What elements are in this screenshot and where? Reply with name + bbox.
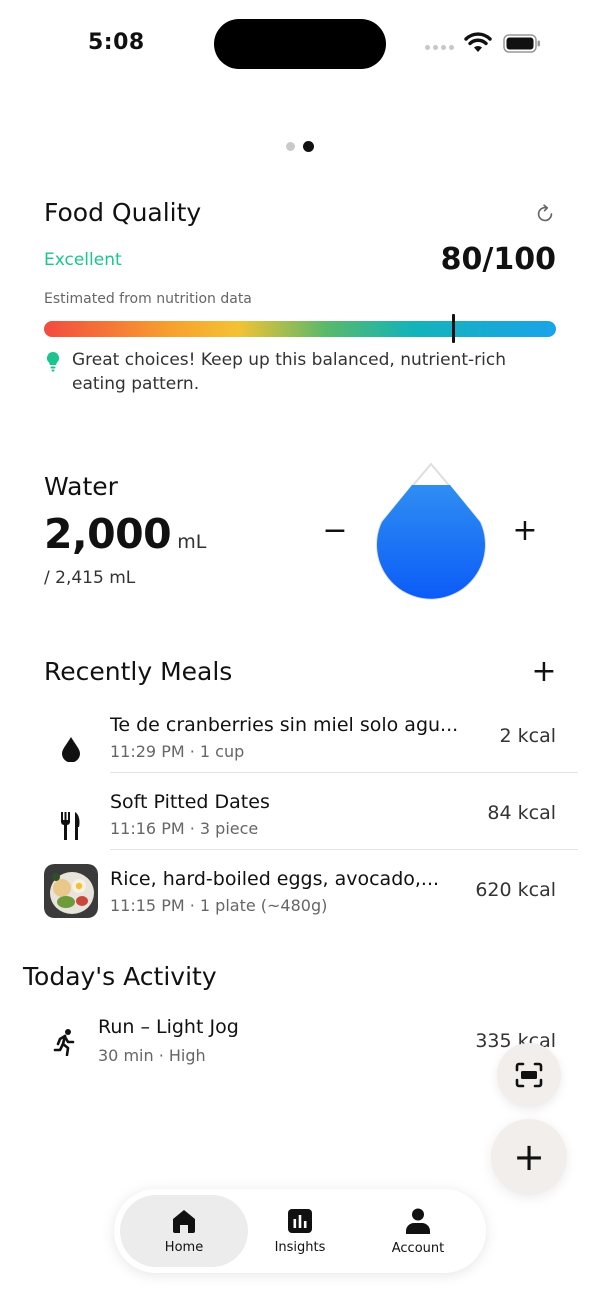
meal-meta: 11:15 PM · 1 plate (~480g) — [110, 896, 328, 915]
battery-icon — [503, 34, 540, 53]
meal-item[interactable]: Te de cranberries sin miel solo agu... 1… — [44, 712, 578, 788]
meal-photo — [44, 864, 98, 918]
meal-kcal: 620 kcal — [475, 879, 556, 901]
page-dot[interactable] — [286, 142, 295, 151]
water-unit: mL — [177, 531, 207, 553]
tab-bar: Home Insights Account — [114, 1189, 486, 1273]
cellular-signal-icon — [425, 45, 454, 50]
meal-kcal: 2 kcal — [499, 725, 557, 747]
water-title: Water — [44, 472, 118, 501]
food-quality-gradient-bar — [44, 321, 556, 337]
meal-name: Soft Pitted Dates — [110, 791, 270, 813]
refresh-icon[interactable] — [534, 202, 556, 224]
page-indicator[interactable] — [286, 141, 314, 152]
food-quality-rating: Excellent — [44, 250, 122, 270]
home-icon — [173, 1209, 195, 1233]
meal-meta: 11:16 PM · 3 piece — [110, 819, 259, 838]
food-quality-subtitle: Estimated from nutrition data — [44, 291, 252, 307]
water-increase-button[interactable]: + — [510, 512, 540, 548]
tab-home[interactable]: Home — [120, 1195, 248, 1267]
recent-meals-title: Recently Meals — [44, 657, 233, 686]
wifi-icon — [464, 32, 492, 52]
meal-name: Rice, hard-boiled eggs, avocado,... — [110, 868, 440, 890]
dynamic-island — [214, 19, 386, 69]
tab-label: Home — [164, 1239, 204, 1255]
add-entry-button[interactable]: + — [491, 1119, 567, 1195]
activity-item[interactable]: Run – Light Jog 30 min · High 335 kcal — [44, 1014, 556, 1074]
status-time: 5:08 — [88, 30, 145, 55]
lightbulb-icon — [46, 351, 60, 372]
tab-label: Account — [391, 1240, 445, 1256]
meal-item[interactable]: Soft Pitted Dates 11:16 PM · 3 piece 84 … — [44, 789, 578, 865]
chart-icon — [288, 1208, 312, 1233]
meal-name: Te de cranberries sin miel solo agu... — [110, 714, 459, 736]
water-drop-icon — [44, 722, 98, 776]
water-drop-gauge — [376, 462, 486, 600]
scan-button[interactable] — [497, 1043, 561, 1107]
water-goal: / 2,415 mL — [44, 568, 136, 588]
food-quality-score: 80/100 — [440, 242, 556, 277]
scan-icon — [515, 1062, 543, 1088]
meal-meta: 11:29 PM · 1 cup — [110, 742, 245, 761]
fork-knife-icon — [44, 799, 98, 853]
page-dot-active[interactable] — [303, 141, 314, 152]
food-quality-marker — [452, 314, 456, 343]
tab-insights[interactable]: Insights — [236, 1195, 364, 1267]
divider — [110, 772, 578, 773]
food-quality-title: Food Quality — [44, 198, 202, 227]
meal-item[interactable]: Rice, hard-boiled eggs, avocado,... 11:1… — [44, 864, 578, 942]
water-decrease-button[interactable]: − — [320, 512, 350, 548]
add-meal-button[interactable]: + — [528, 656, 560, 688]
activity-meta: 30 min · High — [98, 1046, 206, 1065]
person-icon — [406, 1208, 430, 1234]
tab-label: Insights — [274, 1239, 326, 1255]
status-bar: 5:08 — [0, 0, 600, 90]
activity-title: Today's Activity — [23, 962, 217, 991]
running-icon — [53, 1029, 75, 1056]
meal-kcal: 84 kcal — [487, 802, 556, 824]
divider — [110, 849, 578, 850]
food-quality-tip: Great choices! Keep up this balanced, nu… — [72, 350, 506, 394]
water-value: 2,000 mL — [44, 510, 206, 558]
water-amount: 2,000 — [44, 510, 172, 558]
activity-name: Run – Light Jog — [98, 1016, 239, 1038]
tab-account[interactable]: Account — [354, 1195, 482, 1267]
